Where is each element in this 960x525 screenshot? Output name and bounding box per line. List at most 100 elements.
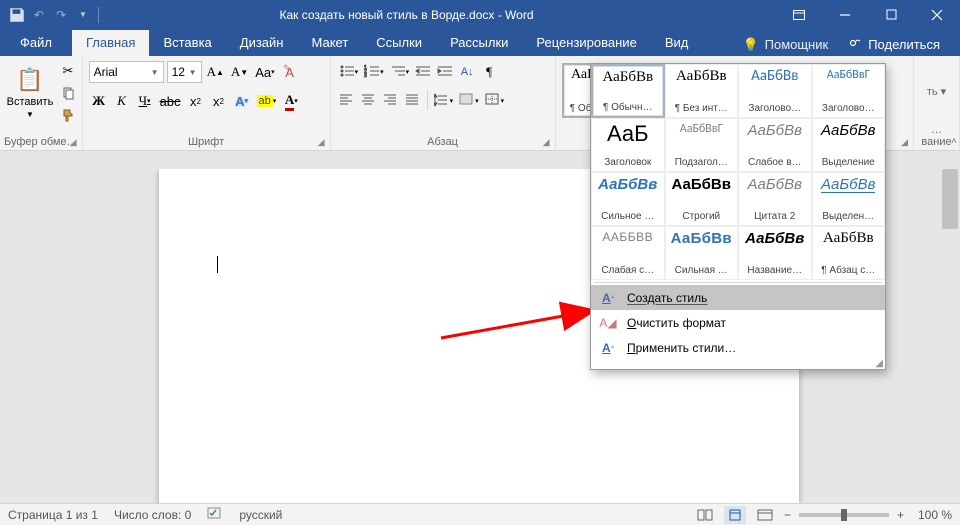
gallery-style-item[interactable]: АаБбВвСильное … [591, 172, 665, 226]
editing-menu-button[interactable]: ть ▾ [918, 85, 955, 98]
gallery-style-item[interactable]: АаБбВвНазвание… [738, 226, 812, 280]
apply-styles-icon: A₄ [599, 341, 617, 355]
ribbon-options-icon[interactable] [776, 0, 822, 29]
align-left-button[interactable] [337, 90, 357, 112]
gallery-style-item[interactable]: АаБбВвГПодзагол… [665, 118, 739, 172]
tab-insert[interactable]: Вставка [149, 30, 225, 56]
qat-customize-icon[interactable]: ▼ [74, 6, 92, 24]
gallery-style-item[interactable]: АаБбВвВыделен… [812, 172, 886, 226]
dialog-launcher-icon[interactable]: ◢ [318, 137, 325, 148]
font-size-combo[interactable]: 12▼ [167, 61, 202, 83]
gallery-style-item[interactable]: АаБЗаголовок [591, 118, 665, 172]
dialog-launcher-icon[interactable]: ◢ [70, 137, 77, 148]
create-style-action[interactable]: A₄ Создать стиль [591, 285, 885, 310]
tab-view[interactable]: Вид [651, 30, 703, 56]
justify-button[interactable] [403, 90, 423, 112]
tab-review[interactable]: Рецензирование [522, 30, 650, 56]
zoom-in-button[interactable]: + [897, 508, 904, 522]
change-case-button[interactable]: Aa▾ [253, 61, 276, 83]
apply-styles-action[interactable]: A₄ Применить стили… [591, 335, 885, 360]
gallery-style-item[interactable]: АаБбВвЦитата 2 [738, 172, 812, 226]
group-label-paragraph: Абзац◢ [335, 135, 551, 149]
redo-icon[interactable]: ↷ [52, 6, 70, 24]
gallery-style-item[interactable]: АаБбВв¶ Абзац с… [812, 226, 886, 280]
undo-icon[interactable]: ↶ [30, 6, 48, 24]
multilevel-list-button[interactable]: ▾ [388, 61, 412, 83]
tell-me-search[interactable]: 💡 Помощник [734, 34, 836, 56]
chevron-down-icon: ▼ [151, 68, 159, 77]
copy-button[interactable] [59, 84, 77, 102]
word-count-status[interactable]: Число слов: 0 [114, 508, 191, 522]
tab-references[interactable]: Ссылки [362, 30, 436, 56]
tab-file[interactable]: Файл [0, 30, 72, 56]
gallery-style-item[interactable]: АаБбВвГЗаголово… [812, 64, 886, 118]
superscript-button[interactable]: x2 [209, 90, 229, 112]
group-label-font: Шрифт◢ [87, 135, 326, 149]
web-layout-view-button[interactable] [754, 506, 776, 524]
text-effects-button[interactable]: A▾ [232, 90, 252, 112]
account-badge[interactable] [704, 6, 764, 24]
tab-layout[interactable]: Макет [297, 30, 362, 56]
tab-design[interactable]: Дизайн [226, 30, 298, 56]
gallery-style-item[interactable]: АаБбВв¶ Без инт… [665, 64, 739, 118]
italic-button[interactable]: К [112, 90, 132, 112]
bold-button[interactable]: Ж [89, 90, 109, 112]
close-icon[interactable] [914, 0, 960, 29]
vertical-scrollbar[interactable] [942, 169, 958, 503]
decrease-indent-button[interactable] [413, 61, 433, 83]
proofing-status[interactable] [207, 506, 223, 523]
styles-gallery-dropdown: АаБбВв¶ Обычн…АаБбВв¶ Без инт…АаБбВвЗаго… [590, 63, 886, 370]
resize-grip-icon[interactable]: ◢ [591, 360, 885, 369]
gallery-style-item[interactable]: АаБбВвВыделение [812, 118, 886, 172]
zoom-out-button[interactable]: − [784, 508, 791, 522]
bullets-button[interactable]: ▾ [337, 61, 361, 83]
page-number-status[interactable]: Страница 1 из 1 [8, 508, 98, 522]
show-marks-button[interactable]: ¶ [479, 61, 499, 83]
clear-formatting-action[interactable]: A◢ Очистить формат [591, 310, 885, 335]
save-icon[interactable] [8, 6, 26, 24]
font-color-button[interactable]: A▾ [281, 90, 301, 112]
increase-indent-button[interactable] [435, 61, 455, 83]
maximize-icon[interactable] [868, 0, 914, 29]
minimize-icon[interactable] [822, 0, 868, 29]
highlight-button[interactable]: ab▾ [255, 90, 279, 112]
group-paragraph: ▾ 123▾ ▾ А↓ ¶ ▾ ▾ ▾ Абзац◢ [331, 56, 556, 150]
group-label-clipboard: Буфер обме…◢ [4, 135, 78, 149]
grow-font-button[interactable]: A▲ [205, 61, 226, 83]
zoom-level[interactable]: 100 % [912, 508, 952, 522]
tab-home[interactable]: Главная [72, 30, 149, 56]
format-painter-button[interactable] [59, 106, 77, 124]
gallery-style-item[interactable]: АаБбВв¶ Обычн… [591, 64, 665, 118]
subscript-button[interactable]: x2 [186, 90, 206, 112]
shrink-font-button[interactable]: A▼ [229, 61, 250, 83]
strikethrough-button[interactable]: abc [158, 90, 183, 112]
gallery-style-item[interactable]: АаБбВвСлабое в… [738, 118, 812, 172]
borders-button[interactable]: ▾ [483, 90, 507, 112]
underline-button[interactable]: Ч▾ [135, 90, 155, 112]
collapse-ribbon-icon[interactable]: ˄ [951, 136, 957, 147]
clear-formatting-label: Очистить формат [627, 316, 726, 330]
gallery-style-item[interactable]: АаБбВвСильная … [665, 226, 739, 280]
paste-button[interactable]: 📋 Вставить ▼ [4, 59, 56, 127]
dialog-launcher-icon[interactable]: ◢ [543, 137, 550, 148]
align-center-button[interactable] [359, 90, 379, 112]
language-status[interactable]: русский [239, 508, 282, 522]
cut-button[interactable]: ✂ [59, 62, 77, 80]
zoom-slider[interactable] [799, 513, 889, 517]
font-name-combo[interactable]: Arial▼ [89, 61, 164, 83]
shading-button[interactable]: ▾ [457, 90, 481, 112]
gallery-style-item[interactable]: АаБбВвЗаголово… [738, 64, 812, 118]
dialog-launcher-icon[interactable]: ◢ [901, 137, 908, 148]
line-spacing-button[interactable]: ▾ [432, 90, 456, 112]
print-layout-view-button[interactable] [724, 506, 746, 524]
eraser-icon: A◢ [599, 316, 617, 330]
gallery-style-item[interactable]: АаБбВвСтрогий [665, 172, 739, 226]
clear-formatting-button[interactable]: A✎ [280, 61, 300, 83]
read-mode-view-button[interactable] [694, 506, 716, 524]
tab-mailings[interactable]: Рассылки [436, 30, 522, 56]
gallery-style-item[interactable]: ААББВВСлабая с… [591, 226, 665, 280]
align-right-button[interactable] [381, 90, 401, 112]
sort-button[interactable]: А↓ [457, 61, 477, 83]
share-button[interactable]: Поделиться [840, 33, 948, 56]
numbering-button[interactable]: 123▾ [362, 61, 386, 83]
